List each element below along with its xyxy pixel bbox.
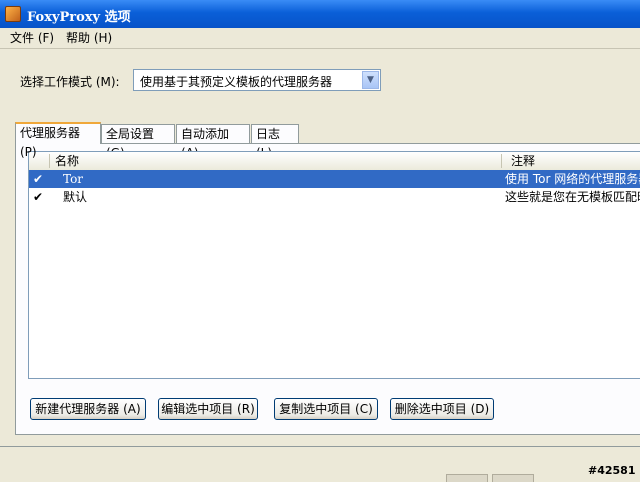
- column-header-name[interactable]: 名称: [55, 152, 79, 170]
- proxy-name: 默认: [63, 190, 88, 204]
- title-bar: FoxyProxy 选项: [0, 0, 640, 28]
- tab-proxies[interactable]: 代理服务器 (P): [15, 122, 101, 159]
- footer-button[interactable]: [446, 474, 488, 482]
- tab-global-settings[interactable]: 全局设置 (G): [101, 124, 175, 160]
- column-divider: [49, 154, 50, 168]
- check-icon[interactable]: ✔: [33, 188, 43, 206]
- mode-select[interactable]: 使用基于其预定义模板的代理服务器 ▼: [133, 69, 381, 91]
- proxy-list[interactable]: 名称 注释 ✔ Tor 使用 Tor 网络的代理服务器 ✔ 默认 这些就是您在无…: [28, 151, 640, 379]
- menu-bar: 文件 (F) 帮助 (H): [0, 28, 640, 48]
- proxy-note: 这些就是您在无模板匹配时: [505, 190, 640, 204]
- column-divider: [501, 154, 502, 168]
- mode-label: 选择工作模式 (M):: [20, 75, 120, 89]
- delete-selected-button[interactable]: 删除选中项目 (D): [390, 398, 494, 420]
- mode-select-value: 使用基于其预定义模板的代理服务器: [140, 75, 333, 89]
- proxy-name: Tor: [63, 172, 84, 186]
- footer-button[interactable]: [492, 474, 534, 482]
- image-stamp: #42581: [588, 464, 636, 477]
- tab-auto-add[interactable]: 自动添加 (A): [176, 124, 250, 160]
- list-row-tor[interactable]: ✔ Tor 使用 Tor 网络的代理服务器: [29, 170, 640, 188]
- menu-help[interactable]: 帮助 (H): [66, 30, 112, 46]
- chevron-down-icon[interactable]: ▼: [362, 71, 379, 89]
- check-icon[interactable]: ✔: [33, 170, 43, 188]
- tab-log[interactable]: 日志 (L): [251, 124, 299, 160]
- column-header-note[interactable]: 注释: [511, 152, 535, 170]
- list-header: 名称 注释: [29, 152, 640, 171]
- menu-divider: [0, 48, 640, 49]
- dialog-divider: [0, 446, 640, 447]
- new-proxy-button[interactable]: 新建代理服务器 (A): [30, 398, 146, 420]
- app-icon: [5, 6, 21, 22]
- window-title: FoxyProxy 选项: [27, 10, 131, 25]
- copy-selected-button[interactable]: 复制选中项目 (C): [274, 398, 378, 420]
- menu-file[interactable]: 文件 (F): [10, 30, 54, 46]
- edit-selected-button[interactable]: 编辑选中项目 (R): [158, 398, 258, 420]
- proxy-note: 使用 Tor 网络的代理服务器: [505, 172, 640, 186]
- list-row-default[interactable]: ✔ 默认 这些就是您在无模板匹配时: [29, 188, 640, 206]
